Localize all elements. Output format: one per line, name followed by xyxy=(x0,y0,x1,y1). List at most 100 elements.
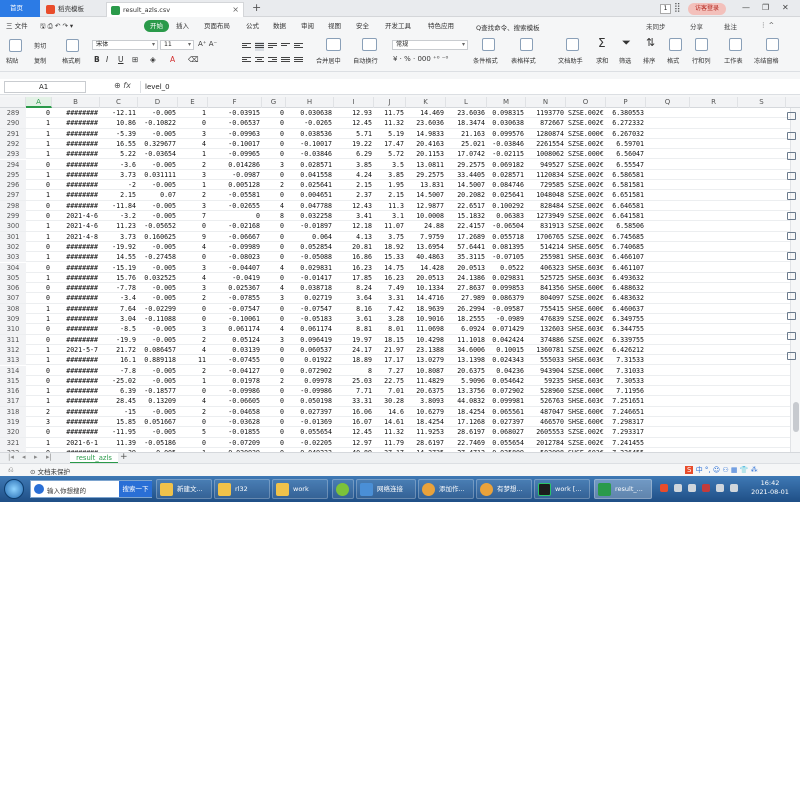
table-cell[interactable]: ######## xyxy=(52,376,100,386)
table-cell[interactable]: 2.15 xyxy=(334,180,374,190)
table-cell[interactable]: -0.005 xyxy=(138,108,178,118)
table-cell[interactable]: 2021-4-8 xyxy=(52,232,100,242)
table-cell[interactable]: 2021-6-1 xyxy=(52,438,100,448)
fill-color-icon[interactable]: ◈ xyxy=(150,55,156,64)
table-cell[interactable]: SHSE.603€ xyxy=(566,263,606,273)
table-cell[interactable]: 2021-5-7 xyxy=(52,345,100,355)
table-cell[interactable]: -0.09965 xyxy=(208,149,262,159)
table-cell[interactable]: 2 xyxy=(178,190,208,200)
row-number[interactable]: 313 xyxy=(0,355,26,366)
table-cell[interactable]: -0.005 xyxy=(138,293,178,303)
table-cell[interactable]: -0.09587 xyxy=(487,304,526,314)
table-cell[interactable]: 0 xyxy=(262,190,286,200)
table-cell[interactable]: SZSE.002€ xyxy=(566,438,606,448)
side-table-icon[interactable] xyxy=(787,152,796,160)
table-cell[interactable]: 0.099981 xyxy=(487,396,526,406)
table-cell[interactable]: 2.37 xyxy=(334,190,374,200)
table-cell[interactable]: 0.047788 xyxy=(286,201,334,211)
table-cell[interactable]: 0 xyxy=(262,108,286,118)
table-cell[interactable]: 11.3 xyxy=(374,201,406,211)
table-cell[interactable]: 20.6375 xyxy=(406,386,446,396)
table-cell[interactable]: 1 xyxy=(26,170,52,180)
table-cell[interactable]: 6.29 xyxy=(334,149,374,159)
table-cell[interactable]: 8.24 xyxy=(334,283,374,293)
table-cell[interactable]: SZSE.002€ xyxy=(566,293,606,303)
table-cell[interactable]: 949527 xyxy=(526,160,566,170)
column-header-m[interactable]: M xyxy=(487,97,526,108)
table-cell[interactable]: 0.052854 xyxy=(286,242,334,252)
table-cell[interactable]: 0.055654 xyxy=(487,438,526,448)
row-number[interactable]: 298 xyxy=(0,200,26,211)
table-cell[interactable]: 22.6517 xyxy=(446,201,487,211)
table-cell[interactable]: 3.85 xyxy=(374,170,406,180)
menu-review[interactable]: 审阅 xyxy=(301,20,314,32)
row-number[interactable]: 320 xyxy=(0,427,26,438)
indent-icon[interactable] xyxy=(294,42,303,51)
table-cell[interactable]: -0.005 xyxy=(138,283,178,293)
table-cell[interactable]: -0.18577 xyxy=(138,386,178,396)
table-cell[interactable]: 12.18 xyxy=(334,221,374,231)
table-cell[interactable]: 11.1018 xyxy=(446,335,487,345)
table-style-button[interactable]: 表格样式 xyxy=(511,56,536,65)
table-cell[interactable]: 16.23 xyxy=(334,263,374,273)
comment-button[interactable]: 批注 xyxy=(724,21,737,31)
paste-button[interactable]: 粘贴 xyxy=(6,56,18,65)
table-cell[interactable]: 831913 xyxy=(526,221,566,231)
table-cell[interactable]: 4 xyxy=(262,263,286,273)
row-number[interactable]: 311 xyxy=(0,334,26,345)
table-cell[interactable]: 6.483632 xyxy=(606,293,646,303)
align-middle-icon[interactable] xyxy=(255,42,264,51)
table-cell[interactable]: 0.038718 xyxy=(286,283,334,293)
table-cell[interactable]: 20.4163 xyxy=(406,139,446,149)
table-cell[interactable]: -0.05581 xyxy=(208,190,262,200)
column-header-d[interactable]: D xyxy=(138,97,178,108)
table-cell[interactable]: 4 xyxy=(178,139,208,149)
tab-daoke-template[interactable]: 稻壳模板 xyxy=(42,2,102,17)
table-cell[interactable]: 8 xyxy=(262,211,286,221)
table-cell[interactable]: 29.2575 xyxy=(406,170,446,180)
table-cell[interactable]: 12.45 xyxy=(334,427,374,437)
table-cell[interactable]: 12.9877 xyxy=(406,201,446,211)
table-cell[interactable]: 0 xyxy=(26,366,52,376)
table-cell[interactable]: 0.027397 xyxy=(286,407,334,417)
table-cell[interactable]: 6.39 xyxy=(100,386,138,396)
table-cell[interactable]: 1008062 xyxy=(526,149,566,159)
table-cell[interactable]: 24.1386 xyxy=(446,273,487,283)
table-cell[interactable]: 21.72 xyxy=(100,345,138,355)
table-cell[interactable]: -7.78 xyxy=(100,283,138,293)
side-window-icon[interactable] xyxy=(787,192,796,200)
table-cell[interactable]: 0.889118 xyxy=(138,355,178,365)
tray-volume-icon[interactable] xyxy=(674,484,682,492)
table-cell[interactable]: 12.45 xyxy=(334,118,374,128)
table-cell[interactable]: 0.055654 xyxy=(286,427,334,437)
table-cell[interactable]: 18.92 xyxy=(374,242,406,252)
table-cell[interactable]: 19.97 xyxy=(334,335,374,345)
table-cell[interactable]: 7.42 xyxy=(374,304,406,314)
table-cell[interactable]: 15.33 xyxy=(374,252,406,262)
table-cell[interactable]: 14.469 xyxy=(406,108,446,118)
table-cell[interactable]: 3.64 xyxy=(334,293,374,303)
table-cell[interactable]: 4 xyxy=(178,242,208,252)
table-cell[interactable]: ######## xyxy=(52,427,100,437)
table-cell[interactable]: 27.989 xyxy=(446,293,487,303)
table-cell[interactable]: 6.344755 xyxy=(606,324,646,334)
row-col-icon[interactable] xyxy=(695,38,708,51)
table-cell[interactable]: 24.17 xyxy=(334,345,374,355)
table-cell[interactable]: 3 xyxy=(262,335,286,345)
paste-icon[interactable] xyxy=(9,39,22,52)
row-number[interactable]: 289 xyxy=(0,108,26,118)
conditional-format-icon[interactable] xyxy=(482,38,495,51)
table-cell[interactable]: 0 xyxy=(262,129,286,139)
table-cell[interactable]: 0 xyxy=(262,438,286,448)
table-cell[interactable]: 0.030638 xyxy=(487,118,526,128)
table-cell[interactable]: 1 xyxy=(26,396,52,406)
table-cell[interactable]: 23.6036 xyxy=(406,118,446,128)
format-brush-button[interactable]: 格式刷 xyxy=(62,56,81,65)
row-number[interactable]: 299 xyxy=(0,211,26,221)
column-header-b[interactable]: B xyxy=(52,97,100,108)
table-cell[interactable]: ######## xyxy=(52,201,100,211)
table-cell[interactable]: 7.246651 xyxy=(606,407,646,417)
search-input[interactable]: 输入你想搜的 xyxy=(47,485,86,495)
table-cell[interactable]: 2 xyxy=(178,293,208,303)
align-left-icon[interactable] xyxy=(242,56,251,65)
